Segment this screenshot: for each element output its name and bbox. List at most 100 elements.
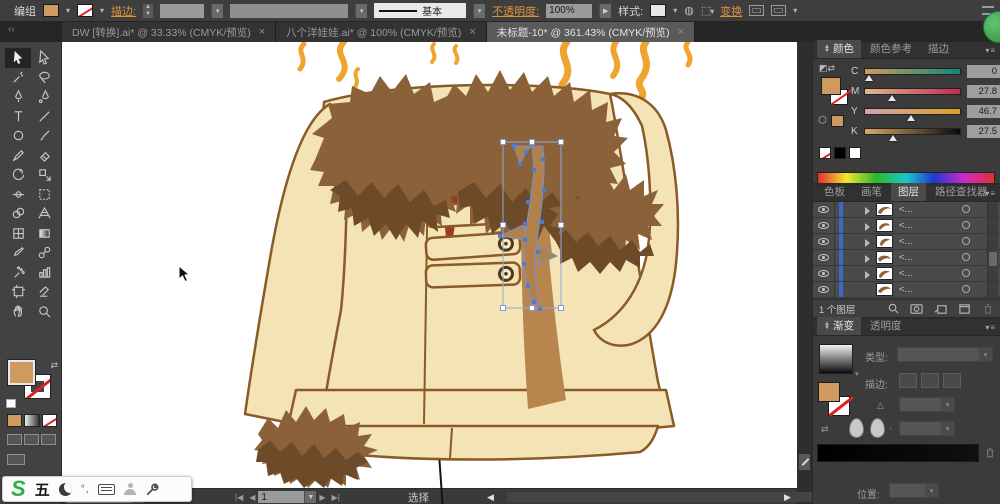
layer-row[interactable]: <... [813,218,1000,234]
color-swap-icon[interactable]: ◩⇄ [819,63,835,74]
artboard-dropdown[interactable]: ▼ [304,491,316,503]
doc-tab-3-active[interactable]: 未标题-10* @ 361.43% (CMYK/预览) × [487,22,695,42]
slider-y-thumb[interactable] [907,115,915,121]
artboard-canvas[interactable] [62,42,797,488]
gradient-preview-square[interactable] [819,344,853,374]
hscroll-left-arrow[interactable]: ◀ [487,490,494,504]
tab-layers[interactable]: 图层 [891,183,926,201]
gradient-slider-bar[interactable] [817,444,979,462]
rotate-tool[interactable] [5,165,31,185]
mesh-tool[interactable] [5,224,31,244]
gradient-tool[interactable] [31,224,57,244]
scrollbar-grip-icon[interactable] [799,454,810,470]
hand-tool[interactable] [5,302,31,322]
expand-triangle-icon[interactable] [865,239,870,247]
horizontal-scrollbar[interactable] [507,492,842,502]
visibility-eye-icon[interactable] [818,222,829,229]
swap-fill-stroke-icon[interactable]: ⇄ [50,360,58,371]
gradient-fill-proxy[interactable] [818,382,840,402]
symbol-sprayer-tool[interactable] [5,263,31,283]
layer-name[interactable]: <... [899,252,912,263]
gradient-stop-swatch[interactable] [870,418,885,438]
hscroll-right-arrow[interactable]: ▶ [784,490,791,504]
gradient-angle-field[interactable]: ▾ [899,397,955,412]
gradient-mode-button[interactable] [24,414,39,427]
variable-width-profile-field[interactable] [230,4,348,18]
target-circle-icon[interactable] [962,269,970,277]
gradient-opacity-field[interactable]: ▾ [899,421,955,436]
align-dropdown-icon[interactable]: ▾ [793,6,797,15]
tab-color[interactable]: ▲▼颜色 [817,40,861,58]
slider-y[interactable] [864,108,961,115]
slice-tool[interactable] [31,282,57,302]
line-segment-tool[interactable] [31,107,57,127]
artboard-tool[interactable] [5,282,31,302]
layer-row[interactable]: <... [813,234,1000,250]
ime-toolbar[interactable]: S 五 °, [2,476,192,502]
expand-triangle-icon[interactable] [865,207,870,215]
color-panel-menu-icon[interactable]: ▾≡ [985,46,996,55]
transform-link[interactable]: 变换 [720,3,742,19]
visibility-eye-icon[interactable] [818,238,829,245]
style-dropdown-icon[interactable]: ▾ [673,6,677,15]
artboard-number-field[interactable]: 1 [258,491,304,503]
brush-dropdown[interactable]: ▾ [473,4,485,18]
layer-thumbnail[interactable] [876,219,893,232]
doc-tab-2-close-icon[interactable]: × [469,26,475,38]
last-artboard-button[interactable]: ▶| [329,493,343,502]
layer-name[interactable]: <... [899,204,912,215]
color-mode-button[interactable] [7,414,22,427]
doc-tab-3-close-icon[interactable]: × [678,26,684,38]
curvature-pen-tool[interactable] [31,87,57,107]
make-mask-icon[interactable] [910,303,924,315]
target-circle-icon[interactable] [962,253,970,261]
target-circle-icon[interactable] [962,237,970,245]
tab-gradient[interactable]: ▲▼渐变 [817,317,861,335]
full-half-moon-icon[interactable] [59,483,72,496]
delete-stop-icon[interactable] [984,446,996,459]
select-similar-icon[interactable]: ⬚▾ [701,4,713,17]
tab-transparency[interactable]: 透明度 [863,317,909,335]
reverse-gradient-icon[interactable]: ⇄ [821,424,829,435]
free-transform-tool[interactable] [31,185,57,205]
blend-tool[interactable] [31,243,57,263]
value-y[interactable]: 46.7 [967,105,1000,118]
wrench-settings-icon[interactable] [145,482,160,497]
target-circle-icon[interactable] [962,221,970,229]
layer-thumbnail[interactable] [876,251,893,264]
slider-m-thumb[interactable] [888,95,896,101]
visibility-eye-icon[interactable] [818,286,829,293]
stroke-within-button[interactable] [899,373,917,388]
stroke-color-swatch[interactable] [77,4,93,17]
doc-tab-1[interactable]: DW [转换].ai* @ 33.33% (CMYK/预览) × [62,22,276,42]
perspective-grid-tool[interactable] [31,204,57,224]
vertical-scrollbar[interactable] [797,42,812,488]
draw-behind-button[interactable] [24,434,39,445]
opacity-dropdown[interactable]: ▶ [599,4,611,18]
layer-row[interactable]: <... [813,282,1000,298]
white-swatch[interactable] [849,147,861,159]
value-k[interactable]: 27.5 [967,125,1000,138]
slider-c[interactable] [864,68,961,75]
layers-panel-menu-icon[interactable]: ▾≡ [985,189,996,198]
width-tool[interactable] [5,185,31,205]
value-c[interactable]: 0 [967,65,1000,78]
shape-builder-tool[interactable] [5,204,31,224]
value-m[interactable]: 27.8 [967,85,1000,98]
tab-color-guide[interactable]: 颜色参考 [863,40,919,58]
magic-wand-tool[interactable] [5,68,31,88]
direct-selection-tool[interactable] [31,48,57,68]
layer-thumbnail[interactable] [876,235,893,248]
layer-thumbnail[interactable] [876,283,893,296]
layer-thumbnail[interactable] [876,267,893,280]
target-circle-icon[interactable] [962,205,970,213]
tools-collapse-icon[interactable]: ‹‹ [0,22,62,42]
fill-dropdown-icon[interactable]: ▾ [66,6,70,15]
visibility-eye-icon[interactable] [818,206,829,213]
next-artboard-button[interactable]: ▶ [316,493,328,502]
gradient-panel-menu-icon[interactable]: ▾≡ [985,323,996,332]
zoom-tool[interactable] [31,302,57,322]
expand-triangle-icon[interactable] [865,271,870,279]
coat-artwork[interactable] [62,42,797,488]
layer-name[interactable]: <... [899,268,912,279]
